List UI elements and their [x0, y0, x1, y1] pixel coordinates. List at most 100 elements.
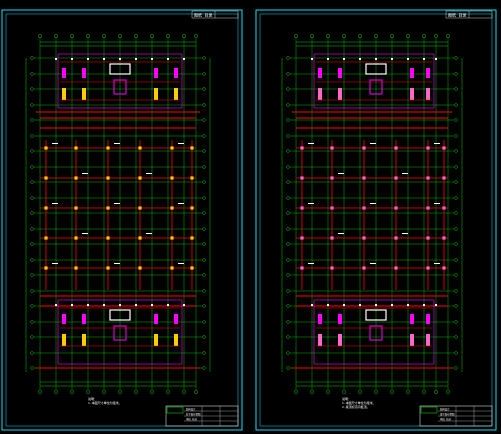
- column: [74, 266, 78, 270]
- axis-bubble: [118, 34, 122, 38]
- label-marker: [183, 58, 185, 60]
- label-marker: [435, 58, 437, 60]
- axis-bubble: [30, 211, 34, 215]
- header-block: 图纸 目录: [445, 10, 493, 19]
- axis-bubble: [446, 34, 450, 38]
- label-marker: [407, 304, 409, 306]
- axis-bubble: [54, 34, 58, 38]
- axis-bubble: [286, 180, 290, 184]
- beam-grid: [292, 111, 452, 369]
- axis-bubble: [390, 34, 394, 38]
- cad-drawing-viewport[interactable]: 图纸 目录 说明： 1.本图尺寸单位为毫米。 结构设计 柱平面布置图 审核 校对 图纸 目录…: [0, 0, 501, 434]
- beam-label-mark: [434, 203, 440, 204]
- shear-wall: [174, 68, 178, 78]
- axis-bubble: [454, 258, 458, 262]
- column: [442, 206, 446, 210]
- column: [170, 176, 174, 180]
- shear-wall: [338, 314, 342, 324]
- beam-label-mark: [178, 203, 184, 204]
- beam-label-mark: [52, 143, 58, 144]
- axis-bubble: [454, 273, 458, 277]
- column: [362, 236, 366, 240]
- axis-bubble: [454, 180, 458, 184]
- axis-bubble: [286, 242, 290, 246]
- beam-label-mark: [308, 143, 314, 144]
- column: [44, 146, 48, 150]
- drawing-notes: 说明：1.本图尺寸单位为毫米。2.梁顶标高同板顶。: [342, 396, 376, 409]
- wall-column: [410, 334, 414, 346]
- axis-bubble: [30, 149, 34, 153]
- axis-bubble: [30, 196, 34, 200]
- label-marker: [359, 58, 361, 60]
- column: [362, 176, 366, 180]
- axis-bubble: [454, 320, 458, 324]
- axis-bubble: [286, 289, 290, 293]
- column: [300, 266, 304, 270]
- header-text: 图纸 目录: [448, 11, 466, 17]
- axis-bubble: [342, 34, 346, 38]
- column: [44, 236, 48, 240]
- wall-column: [174, 334, 178, 346]
- axis-bubble: [194, 390, 198, 394]
- axis-bubble: [286, 335, 290, 339]
- column: [426, 176, 430, 180]
- beam-label-mark: [146, 173, 152, 174]
- axis-bubble: [390, 390, 394, 394]
- axis-bubble: [342, 390, 346, 394]
- title-block-row-text: 梁平面布置图: [440, 412, 455, 416]
- shear-wall: [318, 68, 322, 78]
- axis-bubble: [202, 72, 206, 76]
- label-marker: [55, 58, 57, 60]
- beam-label-mark: [338, 173, 344, 174]
- label-marker: [151, 304, 153, 306]
- axis-bubble: [294, 34, 298, 38]
- axis-bubble: [286, 72, 290, 76]
- axis-bubble: [202, 103, 206, 107]
- axis-bubble: [286, 165, 290, 169]
- axis-bubble: [422, 34, 426, 38]
- wall-column: [174, 88, 178, 100]
- column: [362, 266, 366, 270]
- axis-bubble: [286, 118, 290, 122]
- wall-column: [318, 334, 322, 346]
- column: [138, 146, 142, 150]
- axis-bubble: [30, 87, 34, 91]
- column: [106, 236, 110, 240]
- wall-column: [338, 88, 342, 100]
- label-marker: [151, 58, 153, 60]
- axis-bubble: [326, 390, 330, 394]
- axis-bubble: [150, 34, 154, 38]
- column: [190, 176, 194, 180]
- title-block: 结构设计柱平面布置图审核 校对: [165, 405, 239, 427]
- axis-bubble: [406, 390, 410, 394]
- beam-label-mark: [308, 203, 314, 204]
- axis-bubble: [38, 34, 42, 38]
- axis-bubble: [202, 56, 206, 60]
- column: [138, 266, 142, 270]
- axis-bubble: [202, 87, 206, 91]
- axis-bubble: [286, 134, 290, 138]
- column: [106, 176, 110, 180]
- label-marker: [71, 304, 73, 306]
- beam-grid: [36, 111, 200, 369]
- axis-bubble: [286, 258, 290, 262]
- drawing-canvas: 图纸 目录说明：1.本图尺寸单位为毫米。结构设计柱平面布置图审核 校对图纸 目录…: [1, 9, 497, 431]
- column: [74, 206, 78, 210]
- axis-bubble: [30, 165, 34, 169]
- shear-wall: [62, 68, 66, 78]
- axis-bubble: [202, 227, 206, 231]
- axis-bubble: [202, 289, 206, 293]
- axis-bubble: [150, 390, 154, 394]
- wall-column: [338, 334, 342, 346]
- wall-column: [426, 88, 430, 100]
- axis-bubble: [70, 34, 74, 38]
- label-marker: [375, 58, 377, 60]
- note-line: 1.本图尺寸单位为毫米。: [88, 400, 122, 405]
- beam-label-mark: [82, 173, 88, 174]
- axis-bubble: [202, 196, 206, 200]
- label-marker: [119, 304, 121, 306]
- title-block-row-text: 结构设计: [440, 407, 450, 411]
- axis-bubble: [182, 34, 186, 38]
- wall-column: [318, 88, 322, 100]
- axis-bubble: [102, 390, 106, 394]
